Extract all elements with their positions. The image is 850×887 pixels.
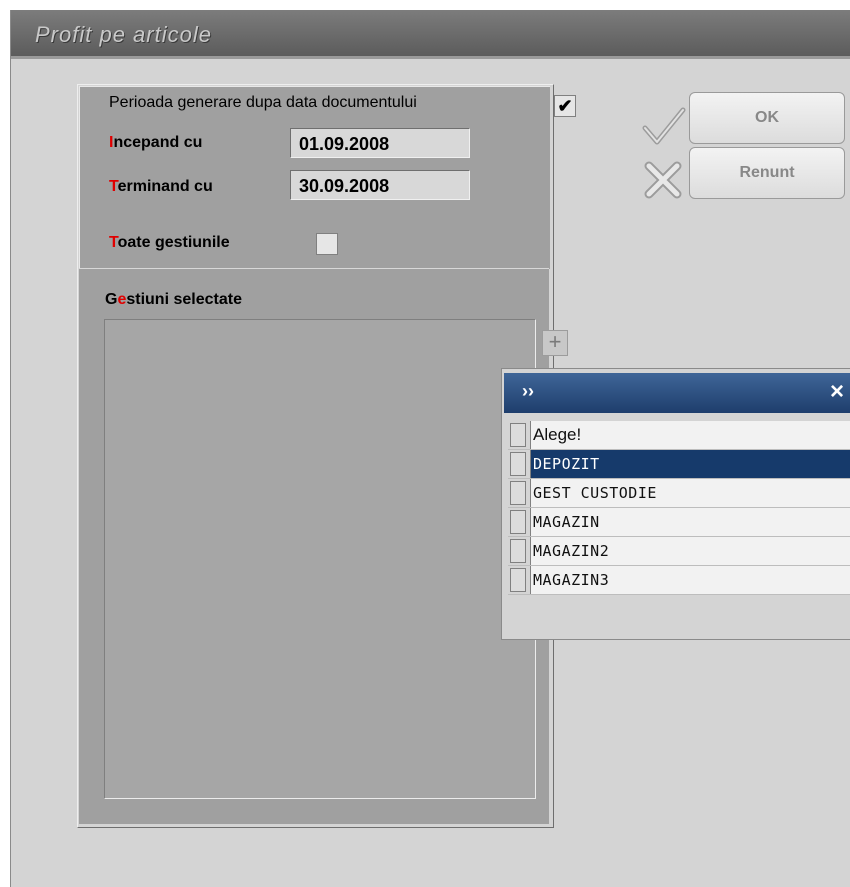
cancel-button[interactable]: Renunt [689,147,845,199]
list-item[interactable]: MAGAZIN3 [508,566,850,595]
list-item[interactable]: MAGAZIN [508,508,850,537]
window-title: Profit pe articole [35,22,212,47]
store-picker-list: Alege! DEPOZIT GEST CUSTODIE MAGAZIN MAG… [508,421,850,595]
row-selector[interactable] [510,510,526,534]
row-selector[interactable] [510,423,526,447]
end-date-label: Terminand cu [109,178,213,195]
list-item[interactable]: MAGAZIN2 [508,537,850,566]
list-header[interactable]: Alege! [508,421,850,450]
row-selector[interactable] [510,452,526,476]
end-date-input[interactable]: 30.09.2008 [290,170,470,200]
store-picker-popup: ›› × Alege! DEPOZIT GEST CUSTODIE MAGAZI… [501,368,850,640]
all-stores-checkbox[interactable] [316,233,338,255]
list-item-label: MAGAZIN2 [530,537,850,565]
title-bar: Profit pe articole [11,10,850,56]
list-item-label: DEPOZIT [530,450,850,478]
list-item[interactable]: DEPOZIT [508,450,850,479]
checkmark-icon [642,107,686,145]
title-separator [11,56,850,59]
row-selector[interactable] [510,539,526,563]
start-date-label: Incepand cu [109,134,203,151]
popup-title-bar[interactable]: ›› × [504,373,850,413]
close-icon[interactable]: × [830,378,844,406]
list-item-label: MAGAZIN [530,508,850,536]
cross-icon [644,161,682,199]
row-selector[interactable] [510,568,526,592]
selected-stores-label: Gestiuni selectate [105,291,242,308]
list-item-label: GEST CUSTODIE [530,479,850,507]
add-store-button[interactable]: + [542,330,568,356]
period-checkbox[interactable]: ✔ [554,95,576,117]
start-date-input[interactable]: 01.09.2008 [290,128,470,158]
all-stores-label: Toate gestiunile [109,234,230,251]
selected-stores-list[interactable] [104,319,536,799]
row-selector[interactable] [510,481,526,505]
dialog-window: Profit pe articole Perioada generare dup… [10,10,850,887]
period-label: Perioada generare dupa data documentului [109,94,417,111]
ok-button[interactable]: OK [689,92,845,144]
list-item-label: MAGAZIN3 [530,566,850,594]
popup-title: ›› [522,381,534,401]
list-item[interactable]: GEST CUSTODIE [508,479,850,508]
checkmark-glyph: ✔ [557,96,573,116]
list-header-label: Alege! [530,421,850,449]
